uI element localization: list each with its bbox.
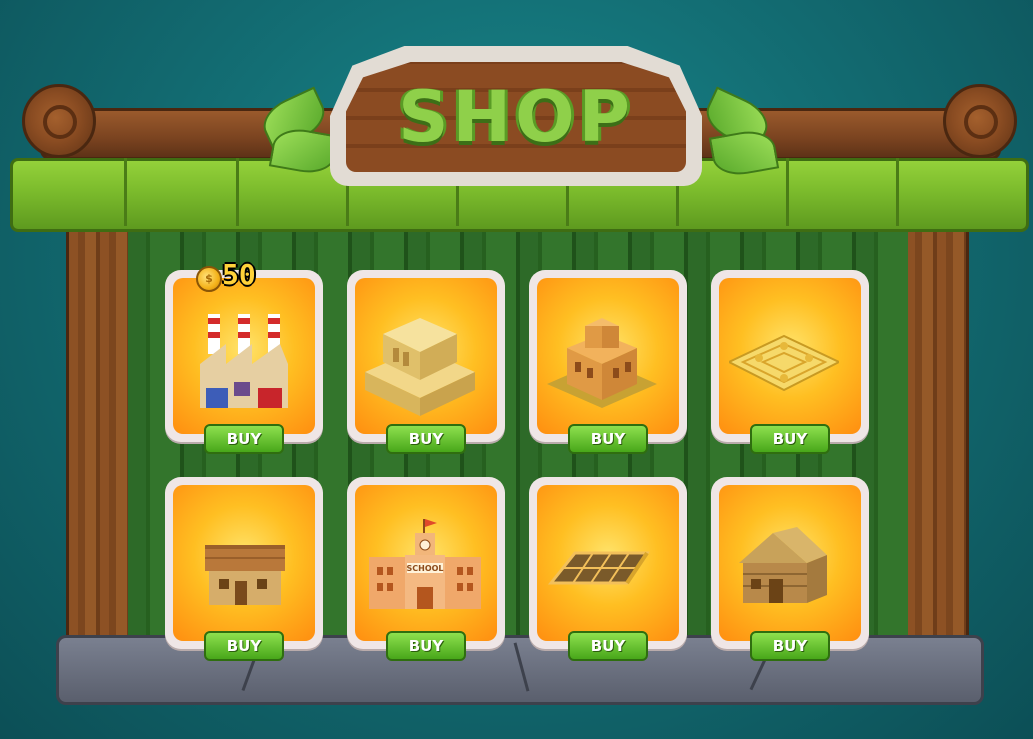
shop-item-card[interactable] (529, 477, 687, 649)
card-face (537, 278, 679, 434)
shop-item-card[interactable] (347, 270, 505, 442)
item-price: 50 (222, 258, 256, 291)
roof-plank-divider (124, 158, 127, 226)
coin-icon: $ (196, 266, 222, 292)
school-icon: SCHOOL (369, 519, 481, 609)
left-post (66, 215, 132, 661)
shop-item-card[interactable] (165, 477, 323, 649)
buy-button[interactable]: BUY (750, 424, 830, 454)
card-face (355, 278, 497, 434)
card-face (173, 278, 315, 434)
card-face: SCHOOL (355, 485, 497, 641)
brick-tower-building-icon (547, 318, 657, 408)
card-face (173, 485, 315, 641)
roof-plank-divider (786, 158, 789, 226)
shop-item-card[interactable] (165, 270, 323, 442)
beam-scroll-right (943, 84, 1017, 158)
shop-item-card[interactable]: SCHOOL (347, 477, 505, 649)
buy-button[interactable]: BUY (204, 424, 284, 454)
beam-scroll-left (22, 84, 96, 158)
buy-button[interactable]: BUY (568, 424, 648, 454)
shop-item-card[interactable] (711, 270, 869, 442)
buy-button[interactable]: BUY (204, 631, 284, 661)
card-face (719, 278, 861, 434)
house-icon (205, 545, 285, 605)
coin-symbol: $ (205, 272, 213, 285)
shop-title: SHOP (398, 76, 634, 158)
buy-button[interactable]: BUY (750, 631, 830, 661)
park-plot-icon (729, 334, 839, 392)
school-sign-text: SCHOOL (406, 564, 443, 573)
shop-item-card[interactable] (529, 270, 687, 442)
right-post (903, 215, 969, 661)
buy-button[interactable]: BUY (568, 631, 648, 661)
buy-button[interactable]: BUY (386, 424, 466, 454)
buy-button[interactable]: BUY (386, 631, 466, 661)
factory-icon (200, 314, 288, 408)
shop-item-card[interactable] (711, 477, 869, 649)
card-face (719, 485, 861, 641)
roof-plank-divider (896, 158, 899, 226)
solar-panel-icon (547, 551, 650, 585)
roof-plank-divider (236, 158, 239, 226)
card-face (537, 485, 679, 641)
wooden-cabin-icon (739, 527, 827, 603)
sandstone-building-icon (365, 318, 475, 416)
